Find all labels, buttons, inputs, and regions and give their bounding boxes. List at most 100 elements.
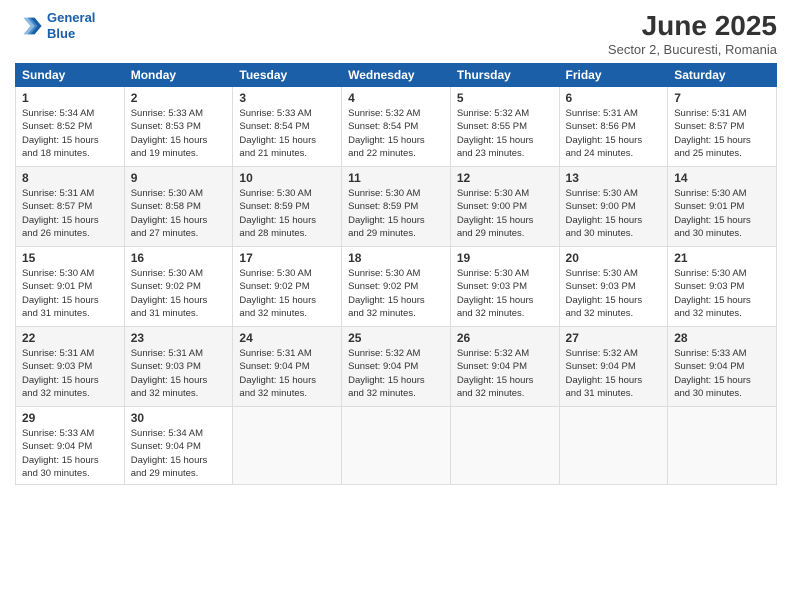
table-row: 16 Sunrise: 5:30 AM Sunset: 9:02 PM Dayli… — [124, 247, 233, 327]
table-row: 19 Sunrise: 5:30 AM Sunset: 9:03 PM Dayli… — [450, 247, 559, 327]
table-row: 11 Sunrise: 5:30 AM Sunset: 8:59 PM Dayli… — [342, 167, 451, 247]
calendar-subtitle: Sector 2, Bucuresti, Romania — [608, 42, 777, 57]
table-row — [559, 407, 668, 485]
day-number: 26 — [457, 331, 553, 345]
table-row: 29Sunrise: 5:33 AM Sunset: 9:04 PM Dayli… — [16, 407, 125, 485]
table-row: 5 Sunrise: 5:32 AM Sunset: 8:55 PM Daylig… — [450, 87, 559, 167]
header-thursday: Thursday — [450, 64, 559, 87]
table-row — [668, 407, 777, 485]
weekday-header-row: Sunday Monday Tuesday Wednesday Thursday… — [16, 64, 777, 87]
day-info: Sunrise: 5:34 AM Sunset: 9:04 PM Dayligh… — [131, 427, 227, 480]
day-info: Sunrise: 5:30 AM Sunset: 8:59 PM Dayligh… — [348, 187, 444, 240]
day-info: Sunrise: 5:32 AM Sunset: 9:04 PM Dayligh… — [348, 347, 444, 400]
logo-icon — [15, 12, 43, 40]
day-info: Sunrise: 5:30 AM Sunset: 8:58 PM Dayligh… — [131, 187, 227, 240]
day-number: 29 — [22, 411, 118, 425]
day-info: Sunrise: 5:30 AM Sunset: 9:01 PM Dayligh… — [22, 267, 118, 320]
table-row: 21 Sunrise: 5:30 AM Sunset: 9:03 PM Dayli… — [668, 247, 777, 327]
day-info: Sunrise: 5:30 AM Sunset: 9:02 PM Dayligh… — [131, 267, 227, 320]
day-number: 3 — [239, 91, 335, 105]
day-info: Sunrise: 5:31 AM Sunset: 8:57 PM Dayligh… — [22, 187, 118, 240]
day-info: Sunrise: 5:32 AM Sunset: 9:04 PM Dayligh… — [566, 347, 662, 400]
table-row: 12 Sunrise: 5:30 AM Sunset: 9:00 PM Dayli… — [450, 167, 559, 247]
day-info: Sunrise: 5:30 AM Sunset: 9:01 PM Dayligh… — [674, 187, 770, 240]
day-info: Sunrise: 5:30 AM Sunset: 9:03 PM Dayligh… — [566, 267, 662, 320]
table-row: 23Sunrise: 5:31 AM Sunset: 9:03 PM Dayli… — [124, 327, 233, 407]
table-row: 26 Sunrise: 5:32 AM Sunset: 9:04 PM Dayli… — [450, 327, 559, 407]
header-tuesday: Tuesday — [233, 64, 342, 87]
day-number: 24 — [239, 331, 335, 345]
day-info: Sunrise: 5:30 AM Sunset: 9:03 PM Dayligh… — [674, 267, 770, 320]
day-number: 11 — [348, 171, 444, 185]
day-info: Sunrise: 5:30 AM Sunset: 8:59 PM Dayligh… — [239, 187, 335, 240]
day-number: 27 — [566, 331, 662, 345]
day-number: 20 — [566, 251, 662, 265]
table-row: 22 Sunrise: 5:31 AM Sunset: 9:03 PM Dayli… — [16, 327, 125, 407]
day-number: 7 — [674, 91, 770, 105]
logo-blue: Blue — [47, 26, 75, 41]
day-number: 25 — [348, 331, 444, 345]
day-number: 30 — [131, 411, 227, 425]
day-info: Sunrise: 5:31 AM Sunset: 8:57 PM Dayligh… — [674, 107, 770, 160]
logo: General Blue — [15, 10, 95, 41]
day-number: 16 — [131, 251, 227, 265]
day-number: 15 — [22, 251, 118, 265]
calendar-title: June 2025 — [608, 10, 777, 42]
day-info: Sunrise: 5:30 AM Sunset: 9:03 PM Dayligh… — [457, 267, 553, 320]
day-number: 19 — [457, 251, 553, 265]
day-info: Sunrise: 5:30 AM Sunset: 9:02 PM Dayligh… — [348, 267, 444, 320]
table-row: 24 Sunrise: 5:31 AM Sunset: 9:04 PM Dayli… — [233, 327, 342, 407]
day-info: Sunrise: 5:30 AM Sunset: 9:02 PM Dayligh… — [239, 267, 335, 320]
header-sunday: Sunday — [16, 64, 125, 87]
table-row: 25 Sunrise: 5:32 AM Sunset: 9:04 PM Dayli… — [342, 327, 451, 407]
header-saturday: Saturday — [668, 64, 777, 87]
day-number: 9 — [131, 171, 227, 185]
header-friday: Friday — [559, 64, 668, 87]
table-row: 2Sunrise: 5:33 AM Sunset: 8:53 PM Daylig… — [124, 87, 233, 167]
logo-text: General Blue — [47, 10, 95, 41]
day-info: Sunrise: 5:30 AM Sunset: 9:00 PM Dayligh… — [566, 187, 662, 240]
day-info: Sunrise: 5:31 AM Sunset: 9:04 PM Dayligh… — [239, 347, 335, 400]
table-row: 4 Sunrise: 5:32 AM Sunset: 8:54 PM Daylig… — [342, 87, 451, 167]
header-wednesday: Wednesday — [342, 64, 451, 87]
logo-general: General — [47, 10, 95, 25]
day-info: Sunrise: 5:32 AM Sunset: 8:55 PM Dayligh… — [457, 107, 553, 160]
table-row: 30 Sunrise: 5:34 AM Sunset: 9:04 PM Dayli… — [124, 407, 233, 485]
day-number: 12 — [457, 171, 553, 185]
day-number: 4 — [348, 91, 444, 105]
day-info: Sunrise: 5:32 AM Sunset: 8:54 PM Dayligh… — [348, 107, 444, 160]
day-number: 2 — [131, 91, 227, 105]
day-number: 14 — [674, 171, 770, 185]
day-number: 18 — [348, 251, 444, 265]
day-number: 6 — [566, 91, 662, 105]
table-row: 15 Sunrise: 5:30 AM Sunset: 9:01 PM Dayli… — [16, 247, 125, 327]
calendar-page: General Blue June 2025 Sector 2, Bucures… — [0, 0, 792, 612]
day-number: 28 — [674, 331, 770, 345]
page-header: General Blue June 2025 Sector 2, Bucures… — [15, 10, 777, 57]
header-monday: Monday — [124, 64, 233, 87]
day-info: Sunrise: 5:34 AM Sunset: 8:52 PM Dayligh… — [22, 107, 118, 160]
table-row: 13 Sunrise: 5:30 AM Sunset: 9:00 PM Dayli… — [559, 167, 668, 247]
table-row: 10Sunrise: 5:30 AM Sunset: 8:59 PM Dayli… — [233, 167, 342, 247]
day-number: 22 — [22, 331, 118, 345]
day-number: 23 — [131, 331, 227, 345]
day-info: Sunrise: 5:30 AM Sunset: 9:00 PM Dayligh… — [457, 187, 553, 240]
day-number: 17 — [239, 251, 335, 265]
day-number: 13 — [566, 171, 662, 185]
table-row: 7 Sunrise: 5:31 AM Sunset: 8:57 PM Daylig… — [668, 87, 777, 167]
day-number: 21 — [674, 251, 770, 265]
day-info: Sunrise: 5:32 AM Sunset: 9:04 PM Dayligh… — [457, 347, 553, 400]
table-row: 17 Sunrise: 5:30 AM Sunset: 9:02 PM Dayli… — [233, 247, 342, 327]
day-info: Sunrise: 5:31 AM Sunset: 9:03 PM Dayligh… — [22, 347, 118, 400]
table-row — [342, 407, 451, 485]
day-number: 8 — [22, 171, 118, 185]
table-row: 3 Sunrise: 5:33 AM Sunset: 8:54 PM Daylig… — [233, 87, 342, 167]
day-info: Sunrise: 5:33 AM Sunset: 9:04 PM Dayligh… — [674, 347, 770, 400]
title-area: June 2025 Sector 2, Bucuresti, Romania — [608, 10, 777, 57]
table-row: 27 Sunrise: 5:32 AM Sunset: 9:04 PM Dayli… — [559, 327, 668, 407]
day-number: 5 — [457, 91, 553, 105]
table-row: 8 Sunrise: 5:31 AM Sunset: 8:57 PM Daylig… — [16, 167, 125, 247]
table-row — [233, 407, 342, 485]
table-row: 18 Sunrise: 5:30 AM Sunset: 9:02 PM Dayli… — [342, 247, 451, 327]
day-info: Sunrise: 5:33 AM Sunset: 8:54 PM Dayligh… — [239, 107, 335, 160]
